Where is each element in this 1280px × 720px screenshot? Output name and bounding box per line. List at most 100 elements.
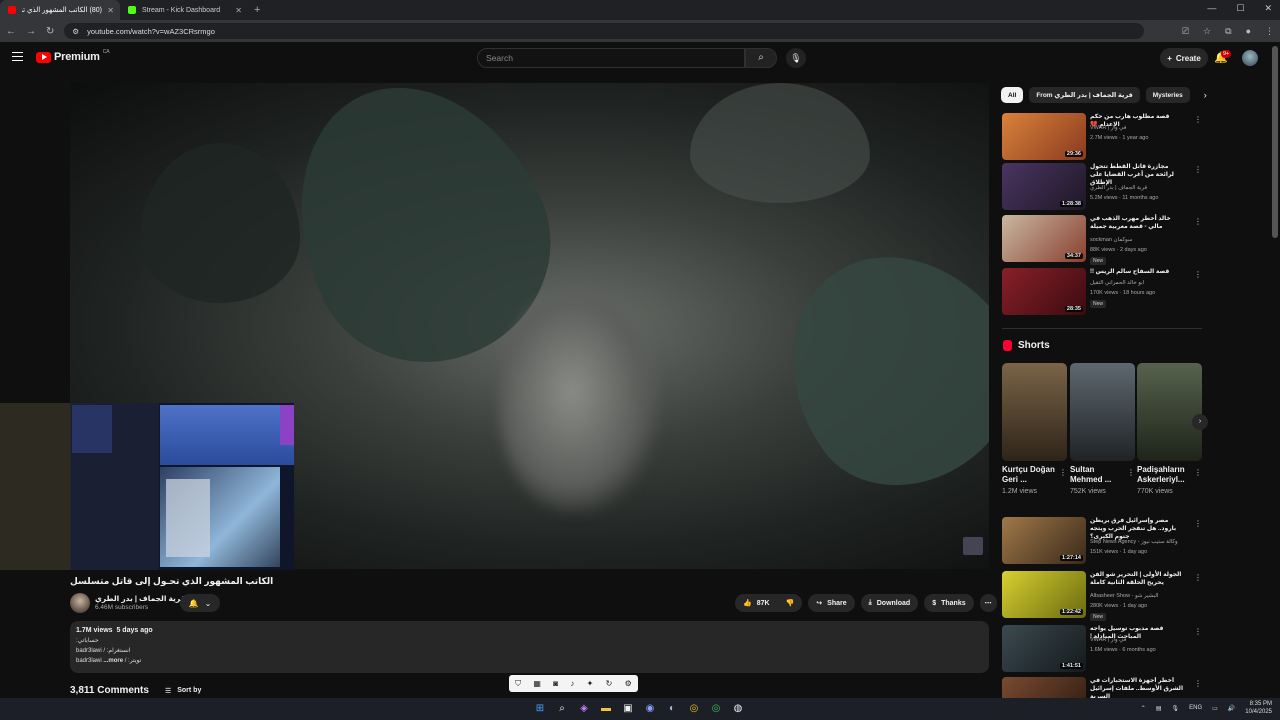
tray-app-icon[interactable]: ▤ [1156, 705, 1162, 712]
close-window-icon[interactable]: ✕ [1264, 3, 1272, 14]
description-box[interactable]: 1.7M views 5 days ago حساباتي: انستغرام:… [70, 621, 989, 673]
more-vertical-icon[interactable]: ⋮ [1127, 468, 1135, 477]
description-line[interactable]: انستغرام: / badr3lawi [76, 647, 983, 654]
volume-icon[interactable]: 🔊 [1228, 705, 1235, 712]
more-vertical-icon[interactable]: ⋮ [1059, 468, 1067, 477]
sort-comments-button[interactable]: ☰ Sort by [165, 687, 201, 695]
short-thumbnail[interactable] [1070, 363, 1135, 461]
video-thumbnail[interactable] [1002, 677, 1086, 698]
pin-icon[interactable]: ✦ [587, 679, 594, 688]
file-explorer-icon[interactable]: ▬ [598, 701, 614, 717]
recommended-video[interactable]: 1:41:51 قصة مدبوب توسيل يواجه المباحث ال… [1002, 625, 1202, 673]
maximize-icon[interactable]: ☐ [1236, 3, 1244, 14]
chip-all[interactable]: All [1001, 87, 1024, 103]
minimize-icon[interactable]: — [1207, 3, 1216, 14]
clock[interactable]: 8:35 PM 10/4/2025 [1245, 700, 1272, 716]
more-vertical-icon[interactable]: ⋮ [1194, 573, 1202, 582]
chrome-icon[interactable]: ◎ [686, 701, 702, 717]
like-button[interactable]: 👍 87K [735, 594, 778, 612]
chevron-right-icon[interactable]: › [1204, 90, 1207, 100]
short-item[interactable]: Kurtçu Doğan Geri ... 1.2M views ⋮ [1002, 363, 1067, 495]
more-vertical-icon[interactable]: ⋮ [1194, 519, 1202, 528]
channel-avatar[interactable] [70, 593, 90, 613]
recommended-video[interactable]: 1:27:14 مصر وإسرائيل فرق بريطن بارود.. ه… [1002, 517, 1202, 565]
video-thumbnail[interactable]: 28:35 [1002, 268, 1086, 315]
reload-icon[interactable]: ↻ [46, 26, 54, 37]
create-button[interactable]: + Create [1160, 48, 1208, 68]
more-vertical-icon[interactable]: ⋮ [1194, 270, 1202, 279]
recommended-video[interactable]: 1:22:42 الجولة الأولى | التحرير شو الفن … [1002, 571, 1202, 621]
audio-icon[interactable]: ♪ [570, 679, 574, 688]
tab-youtube[interactable]: (80) الكاتب المشهور الذي تحـ ✕ [0, 0, 120, 20]
shield-icon[interactable]: ⛉ [515, 679, 521, 689]
windows-start-icon[interactable]: ⊞ [532, 701, 548, 717]
chrome-profile-icon[interactable]: ◎ [708, 701, 724, 717]
obs-icon[interactable]: ◍ [730, 701, 746, 717]
video-thumbnail[interactable]: 1:28:38 [1002, 163, 1086, 210]
more-vertical-icon[interactable]: ⋮ [1194, 115, 1202, 124]
search-button[interactable]: ⌕ [745, 48, 777, 68]
voice-search-button[interactable]: 🎙 [786, 48, 806, 68]
recommended-video[interactable]: أخطر أجهزة الاستخبارات في الشرق الأوسط..… [1002, 677, 1202, 698]
more-vertical-icon[interactable]: ⋮ [1194, 679, 1202, 688]
cast-icon[interactable]: ⎚ [1182, 26, 1189, 37]
more-vertical-icon[interactable]: ⋮ [1194, 468, 1202, 477]
download-button[interactable]: ⤓ Download [860, 594, 919, 612]
url-field[interactable]: ⚙ youtube.com/watch?v=wAZ3CRsrmgo [64, 23, 1145, 39]
search-input[interactable]: Search [477, 48, 745, 68]
tray-chevron-icon[interactable]: ⌃ [1141, 705, 1146, 712]
refresh-icon[interactable]: ↻ [606, 679, 613, 688]
video-thumbnail[interactable]: 1:22:42 [1002, 571, 1086, 618]
network-icon[interactable]: ▭ [1212, 705, 1218, 712]
new-tab-button[interactable]: + [254, 4, 260, 16]
recommended-video[interactable]: 34:37 خالد أخطر مهرب الذهب في مالي - قصة… [1002, 215, 1202, 265]
share-button[interactable]: ↪ Share [808, 594, 855, 612]
recommended-video[interactable]: 1:28:38 مجازرة قاتل القطط تتحول لرائحة م… [1002, 163, 1202, 211]
profile-icon[interactable]: ● [1246, 26, 1251, 37]
recommended-video[interactable]: 29:36 قصة مطلوب هارب من حكم الإعدام 💔 VW… [1002, 113, 1202, 161]
short-item[interactable]: Sultan Mehmed ... 752K views ⋮ [1070, 363, 1135, 495]
chip-mysteries[interactable]: Mysteries [1145, 87, 1190, 103]
close-tab-icon[interactable]: ✕ [235, 6, 242, 15]
site-info-icon[interactable]: ⚙ [72, 27, 79, 36]
settings-icon[interactable]: ⚙ [625, 679, 632, 688]
copilot-icon[interactable]: ◈ [576, 701, 592, 717]
more-actions-button[interactable]: ⋯ [979, 594, 997, 612]
bookmark-star-icon[interactable]: ☆ [1203, 26, 1211, 37]
camera-icon[interactable]: ◙ [553, 679, 558, 688]
dislike-button[interactable]: 👎 [777, 594, 803, 612]
steam-icon[interactable]: ◐ [664, 701, 680, 717]
browser-menu-icon[interactable]: ⋮ [1265, 26, 1274, 37]
close-tab-icon[interactable]: ✕ [107, 6, 114, 15]
video-thumbnail[interactable]: 29:36 [1002, 113, 1086, 160]
more-link[interactable]: ...more [103, 658, 123, 664]
subscription-bell-button[interactable]: 🔔 ⌄ [180, 594, 220, 612]
recommended-video[interactable]: 28:35 قصة السفاح سالم الريس !! ابو خالد … [1002, 268, 1202, 316]
hamburger-menu-icon[interactable] [12, 52, 23, 61]
back-icon[interactable]: ← [6, 26, 16, 37]
more-vertical-icon[interactable]: ⋮ [1194, 627, 1202, 636]
youtube-premium-logo[interactable]: Premium CA [36, 49, 110, 63]
short-thumbnail[interactable] [1002, 363, 1067, 461]
video-thumbnail[interactable]: 1:41:51 [1002, 625, 1086, 672]
discord-icon[interactable]: ◉ [642, 701, 658, 717]
clapper-icon[interactable]: ▦ [533, 679, 541, 688]
more-vertical-icon[interactable]: ⋮ [1194, 165, 1202, 174]
thanks-button[interactable]: $ Thanks [924, 594, 974, 612]
chip-from-channel[interactable]: From قرية الجماف | بدر الطري [1029, 87, 1140, 103]
calendar-app-icon[interactable]: ▣ [620, 701, 636, 717]
page-scrollbar[interactable] [1272, 46, 1278, 238]
extensions-icon[interactable]: ⧉ [1225, 26, 1231, 37]
video-thumbnail[interactable]: 1:27:14 [1002, 517, 1086, 564]
video-thumbnail[interactable]: 34:37 [1002, 215, 1086, 262]
shorts-next-button[interactable]: › [1192, 414, 1208, 430]
language-indicator[interactable]: ENG [1189, 705, 1202, 711]
channel-name[interactable]: قرية الجماف | بدر الطري ✔ [95, 594, 194, 603]
tab-kick[interactable]: Stream - Kick Dashboard ✕ [120, 0, 248, 20]
short-item[interactable]: Padişahların Askerleriyl... 770K views ⋮ [1137, 363, 1202, 495]
taskbar-search-icon[interactable]: ⌕ [554, 701, 570, 717]
channel-watermark[interactable] [963, 537, 983, 555]
account-avatar[interactable] [1242, 50, 1258, 66]
forward-icon[interactable]: → [26, 26, 36, 37]
short-thumbnail[interactable] [1137, 363, 1202, 461]
